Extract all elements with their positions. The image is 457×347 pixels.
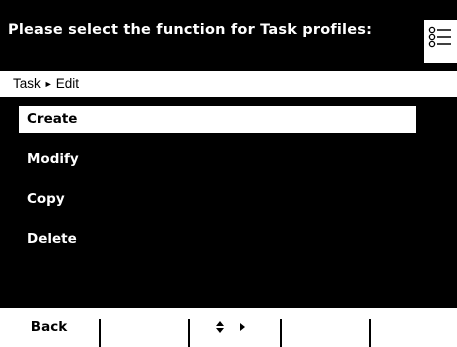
header-bar: Please select the function for Task prof… — [0, 0, 457, 71]
breadcrumb: Task ► Edit — [13, 76, 79, 91]
softkey-bar: Back — [0, 308, 457, 347]
page-title: Please select the function for Task prof… — [8, 22, 373, 38]
back-button[interactable]: Back — [0, 308, 98, 347]
menu-item-modify[interactable]: Modify — [19, 146, 416, 173]
navigate-button[interactable] — [190, 308, 280, 347]
menu-item-copy[interactable]: Copy — [19, 186, 416, 213]
softkey-2[interactable] — [101, 308, 188, 347]
list-menu-button[interactable] — [424, 20, 457, 63]
up-down-right-arrows-icon — [216, 321, 245, 333]
breadcrumb-current: Edit — [55, 76, 79, 91]
list-icon — [428, 26, 451, 48]
softkey-5[interactable] — [371, 308, 457, 347]
menu-item-delete[interactable]: Delete — [19, 226, 416, 253]
function-menu: Create Modify Copy Delete — [0, 97, 457, 308]
task-edit-screen: Please select the function for Task prof… — [0, 0, 457, 347]
breadcrumb-parent: Task — [13, 76, 41, 91]
menu-item-create[interactable]: Create — [19, 106, 416, 133]
softkey-4[interactable] — [282, 308, 369, 347]
breadcrumb-separator-icon: ► — [43, 79, 53, 89]
breadcrumb-bar: Task ► Edit — [0, 71, 457, 97]
